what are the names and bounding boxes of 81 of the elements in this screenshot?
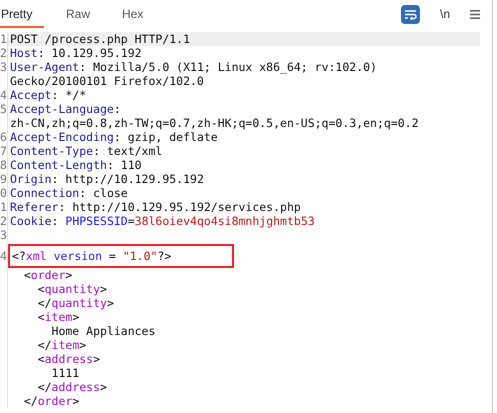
header-value: : [114,102,121,116]
xml-punctuation: <? [12,249,26,263]
header-value: : gzip, deflate [114,130,218,144]
cookie-name: PHPSESSID [65,214,128,228]
menu-icon[interactable] [470,10,480,18]
xml-tag: quantity [44,282,100,296]
xml-punctuation: > [65,268,72,282]
line-number: 6 [0,130,7,144]
xml-tag: address [44,352,94,366]
xml-tag: quantity [52,296,107,310]
header-value: : http://10.129.95.192 [52,172,204,186]
header-value: : http://10.129.95.192/services.php [58,200,301,214]
line-number: 3 [0,228,7,242]
xml-punctuation: < [38,282,45,296]
header-name: Cookie [10,214,52,228]
xml-punctuation: > [100,380,107,394]
header-value: : close [79,186,128,200]
xml-punctuation: < [38,310,45,324]
header-name: Accept-Language [10,102,114,116]
header-value: zh-CN,zh;q=0.8,zh-TW;q=0.7,zh-HK;q=0.5,en-US;q=0.3,en;q=0.2 [10,116,418,130]
xml-punctuation: </ [38,296,52,310]
xml-tag: order [30,268,66,282]
xml-punctuation: </ [38,338,52,352]
xml-tag: order [38,394,72,408]
header-name: Accept-Encoding [10,130,114,144]
header-value: : Mozilla/5.0 (X11; Linux x86_64; rv:102.0) [79,60,377,74]
xml-punctuation: > [72,310,80,324]
xml-tag: xml [26,249,47,263]
header-value: = [128,214,135,228]
xml-string: "1.0" [122,249,158,263]
header-value: : */* [52,88,86,102]
xml-punctuation: > [72,394,80,408]
header-value: 1111 [52,366,80,380]
tab[interactable]: Raw [66,2,96,28]
line-number: 1 [0,200,7,214]
xml-punctuation: < [38,352,45,366]
header-name: Content-Type [10,144,94,158]
line-number: 8 [0,158,7,172]
line-number: 0 [0,186,7,200]
header-value: : text/xml [93,144,162,158]
wrap-icon [404,8,417,20]
xml-punctuation: > [100,282,107,296]
line-number: 9 [0,172,7,186]
cookie-value: 38l6oiev4qo4si8mnhjghmtb53 [134,214,315,228]
line-number: 2 [0,214,7,228]
header-name: Accept [10,88,52,102]
tab[interactable]: Hex [122,2,150,28]
line-number: 4 [0,249,7,263]
xml-punctuation: = [108,249,117,263]
header-name: Origin [10,172,52,186]
header-name: Connection [10,186,80,200]
xml-tag: item [44,310,72,324]
header-value: : [52,214,60,228]
line-number: 3 [0,60,7,74]
xml-tag: item [52,338,80,352]
tab[interactable]: Pretty [0,2,44,28]
xml-punctuation: < [24,268,31,282]
header-name: Host [10,46,38,60]
xml-tag: address [52,380,100,394]
header-value: : 110 [106,158,142,172]
header-name: Referer [10,200,58,214]
line-number: 4 [0,88,7,102]
header-value: : 10.129.95.192 [38,46,142,60]
header-value: Home Appliances [52,324,156,338]
xml-punctuation: > [106,296,114,310]
header-value: Gecko/20100101 Firefox/102.0 [10,74,204,88]
line-number: 7 [0,144,7,158]
header-value: POST /process.php HTTP/1.1 [10,32,190,46]
xml-punctuation: > [93,352,100,366]
xml-punctuation: ?> [157,249,172,263]
newline-toggle[interactable]: \n [436,5,454,23]
xml-punctuation: </ [38,380,52,394]
line-number: 1 [0,32,7,46]
header-name: User-Agent [10,60,80,74]
line-number: 2 [0,46,7,60]
wrap-toggle[interactable] [400,4,420,24]
xml-punctuation: </ [24,394,38,408]
line-number: 5 [0,102,7,116]
xml-punctuation: > [79,338,86,352]
xml-attribute: version [52,249,102,263]
header-name: Content-Length [10,158,107,172]
